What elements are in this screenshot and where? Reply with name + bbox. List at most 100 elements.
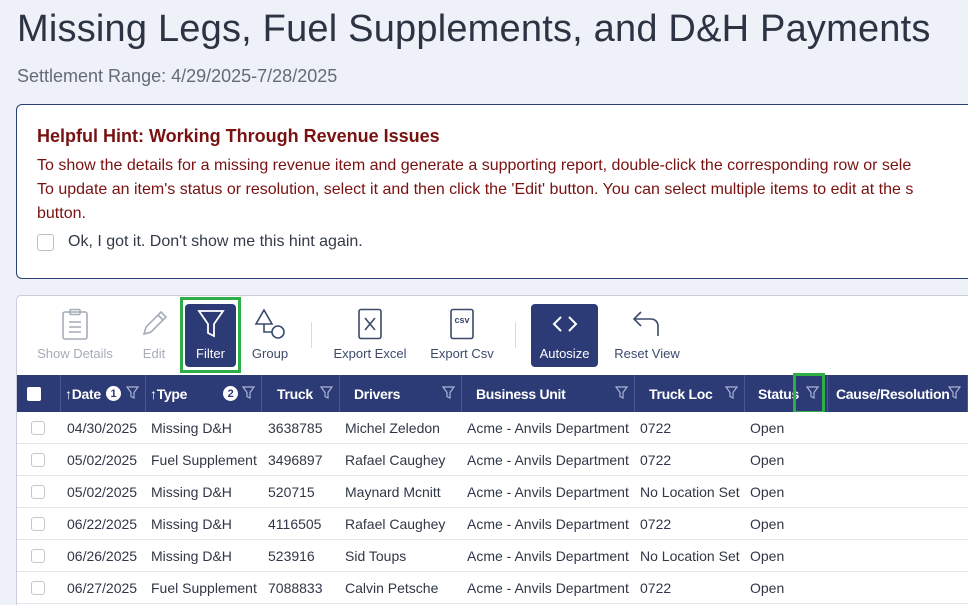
column-filter-icon[interactable] xyxy=(806,386,819,400)
dismiss-hint-checkbox[interactable] xyxy=(37,233,54,251)
cell-date: 06/27/2025 xyxy=(67,580,138,596)
table-row[interactable]: 06/26/2025 Missing D&H 523916 Sid Toups Acme… xyxy=(17,540,968,572)
business-unit-header-label: Business Unit xyxy=(476,385,566,402)
code-brackets-icon xyxy=(552,316,577,332)
cell-drivers: Sid Toups xyxy=(345,548,407,564)
filter-button[interactable]: Filter xyxy=(185,304,236,367)
cell-date: 06/26/2025 xyxy=(67,548,138,564)
table-row[interactable]: 05/02/2025 Fuel Supplement 3496897 Rafael C… xyxy=(17,444,968,476)
cell-date: 05/02/2025 xyxy=(67,452,138,468)
reset-view-button[interactable]: Reset View xyxy=(611,304,683,367)
group-button[interactable]: Group xyxy=(243,304,297,367)
sort-ascending-icon: ↑ xyxy=(65,385,72,402)
csv-icon-text: csv xyxy=(454,315,469,325)
column-header-truck[interactable]: Truck xyxy=(262,375,340,412)
pencil-icon xyxy=(142,310,168,336)
cell-truck: 520715 xyxy=(268,484,315,500)
hint-title: Helpful Hint: Working Through Revenue Is… xyxy=(37,126,440,146)
cell-business-unit: Acme - Anvils Department xyxy=(467,452,629,468)
cell-type: Missing D&H xyxy=(151,548,232,564)
sort-ascending-icon: ↑ xyxy=(150,385,157,402)
column-header-date[interactable]: ↑ Date 1 xyxy=(61,375,146,412)
column-filter-icon[interactable] xyxy=(242,386,255,400)
helpful-hint-panel: Helpful Hint: Working Through Revenue Is… xyxy=(16,104,968,279)
excel-file-icon xyxy=(358,308,382,340)
show-details-label: Show Details xyxy=(37,346,113,361)
autosize-label: Autosize xyxy=(539,346,590,361)
export-csv-button[interactable]: csv Export Csv xyxy=(427,304,497,367)
grid-header-row: ↑ Date 1 ↑ Type 2 Truck Drivers Business… xyxy=(17,375,968,412)
row-checkbox[interactable] xyxy=(31,421,45,435)
column-header-status[interactable]: Status xyxy=(745,375,828,412)
column-filter-icon[interactable] xyxy=(320,386,333,400)
group-shapes-icon xyxy=(254,308,285,339)
cell-truck-loc: 0722 xyxy=(640,420,672,436)
cell-business-unit: Acme - Anvils Department xyxy=(467,420,629,436)
cell-status: Open xyxy=(750,484,785,500)
row-checkbox[interactable] xyxy=(31,485,45,499)
column-filter-icon[interactable] xyxy=(725,386,738,400)
type-header-label: Type xyxy=(156,385,188,402)
reset-view-label: Reset View xyxy=(614,346,680,361)
cell-drivers: Rafael Caughey xyxy=(345,452,446,468)
hint-line-2: To update an item's status or resolution… xyxy=(37,181,914,198)
cell-truck: 3638785 xyxy=(268,420,323,436)
edit-label: Edit xyxy=(142,346,166,361)
cell-status: Open xyxy=(750,548,785,564)
cell-truck-loc: 0722 xyxy=(640,516,672,532)
undo-arrow-icon xyxy=(632,311,659,336)
column-filter-icon[interactable] xyxy=(442,386,455,400)
autosize-button[interactable]: Autosize xyxy=(531,304,598,367)
cell-status: Open xyxy=(750,420,785,436)
select-all-checkbox[interactable] xyxy=(27,387,41,401)
column-header-drivers[interactable]: Drivers xyxy=(340,375,462,412)
cell-drivers: Maynard Mcnitt xyxy=(345,484,441,500)
table-row[interactable]: 05/02/2025 Missing D&H 520715 Maynard Mcnit… xyxy=(17,476,968,508)
date-header-label: Date xyxy=(71,385,101,402)
cell-status: Open xyxy=(750,516,785,532)
cell-date: 06/22/2025 xyxy=(67,516,138,532)
filter-label: Filter xyxy=(196,346,225,361)
column-header-truck-loc[interactable]: Truck Loc xyxy=(635,375,745,412)
cell-status: Open xyxy=(750,580,785,596)
row-checkbox[interactable] xyxy=(31,453,45,467)
row-checkbox[interactable] xyxy=(31,517,45,531)
cell-truck: 523916 xyxy=(268,548,315,564)
cell-business-unit: Acme - Anvils Department xyxy=(467,580,629,596)
table-row[interactable]: 06/27/2025 Fuel Supplement 7088833 Calvin P… xyxy=(17,572,968,604)
table-row[interactable]: 06/22/2025 Missing D&H 4116505 Rafael Caugh… xyxy=(17,508,968,540)
row-checkbox[interactable] xyxy=(31,549,45,563)
cell-type: Missing D&H xyxy=(151,420,232,436)
hint-line-1: To show the details for a missing revenu… xyxy=(37,157,912,174)
cell-drivers: Calvin Petsche xyxy=(345,580,439,596)
edit-button[interactable]: Edit xyxy=(129,304,179,367)
column-filter-icon[interactable] xyxy=(615,386,628,400)
cell-business-unit: Acme - Anvils Department xyxy=(467,516,629,532)
sort-order-badge: 1 xyxy=(105,386,121,401)
truck-loc-header-label: Truck Loc xyxy=(649,385,713,402)
cell-type: Missing D&H xyxy=(151,484,232,500)
csv-file-icon: csv xyxy=(450,308,474,340)
column-header-type[interactable]: ↑ Type 2 xyxy=(146,375,262,412)
revenue-issues-grid: Show Details Edit Filter Group Export Ex… xyxy=(16,295,968,605)
export-excel-button[interactable]: Export Excel xyxy=(329,304,411,367)
select-all-cell xyxy=(17,375,61,412)
cell-drivers: Rafael Caughey xyxy=(345,516,446,532)
cell-type: Fuel Supplement xyxy=(151,580,257,596)
column-filter-icon[interactable] xyxy=(948,386,961,400)
table-row[interactable]: 04/30/2025 Missing D&H 3638785 Michel Zeled… xyxy=(17,412,968,444)
cell-truck-loc: No Location Set xyxy=(640,548,740,564)
toolbar-separator xyxy=(311,322,312,348)
column-header-cause-resolution[interactable]: Cause/Resolution xyxy=(828,375,968,412)
cell-status: Open xyxy=(750,452,785,468)
export-csv-label: Export Csv xyxy=(430,346,494,361)
show-details-button[interactable]: Show Details xyxy=(33,304,117,367)
column-header-business-unit[interactable]: Business Unit xyxy=(462,375,635,412)
column-filter-icon[interactable] xyxy=(126,386,139,400)
export-excel-label: Export Excel xyxy=(333,346,407,361)
page-title: Missing Legs, Fuel Supplements, and D&H … xyxy=(17,8,931,50)
cell-truck: 3496897 xyxy=(268,452,323,468)
dismiss-hint-option[interactable]: Ok, I got it. Don't show me this hint ag… xyxy=(37,233,363,251)
dismiss-hint-label: Ok, I got it. Don't show me this hint ag… xyxy=(68,233,363,250)
row-checkbox[interactable] xyxy=(31,581,45,595)
